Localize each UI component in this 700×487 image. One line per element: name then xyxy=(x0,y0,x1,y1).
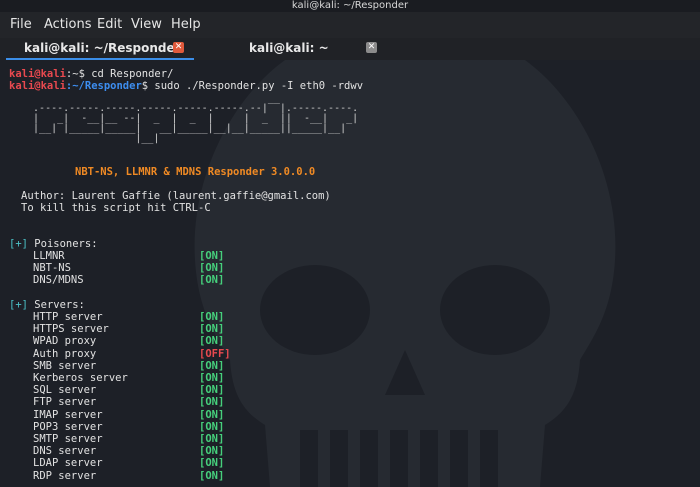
window-titlebar: kali@kali: ~/Responder xyxy=(0,0,700,12)
status-badge: [ON] xyxy=(199,420,225,433)
section-title: Servers: xyxy=(34,299,85,311)
status-badge: [ON] xyxy=(199,396,225,409)
menu-help[interactable]: Help xyxy=(171,17,201,32)
kill-hint: To kill this script hit CTRL-C xyxy=(21,202,211,214)
tab-label: kali@kali: ~ xyxy=(249,41,329,55)
list-item-name: NBT-NS xyxy=(33,262,71,275)
list-item-name: POP3 server xyxy=(33,420,103,433)
section-marker: [+] xyxy=(9,299,28,311)
list-item-name: LDAP server xyxy=(33,457,103,470)
status-badge: [ON] xyxy=(199,408,225,421)
command-text: $ sudo ./Responder.py -I eth0 -rdwv xyxy=(141,80,364,92)
tab-label: kali@kali: ~/Responder xyxy=(24,41,181,55)
terminal-view[interactable]: kali@kali:~$ cd Responder/ kali@kali:~/R… xyxy=(0,60,700,487)
prompt-line-2: kali@kali:~/Responder$ sudo ./Responder.… xyxy=(9,80,363,92)
list-item-name: SMB server xyxy=(33,359,97,372)
status-badge: [ON] xyxy=(199,457,225,470)
menu-bar: File Actions Edit View Help xyxy=(0,12,700,38)
status-badge: [OFF] xyxy=(199,347,231,360)
status-badge: [ON] xyxy=(199,433,225,445)
status-badge: [ON] xyxy=(199,311,225,323)
status-badge: [ON] xyxy=(199,445,225,458)
section-marker: [+] xyxy=(9,238,28,250)
section-title: Poisoners: xyxy=(34,238,98,250)
status-badge: [ON] xyxy=(199,335,225,348)
window-title: kali@kali: ~/Responder xyxy=(291,0,409,11)
list-item-name: SMTP server xyxy=(33,433,103,445)
menu-actions[interactable]: Actions xyxy=(44,17,92,32)
status-badge: [ON] xyxy=(199,359,225,372)
menu-view[interactable]: View xyxy=(131,17,162,32)
close-icon[interactable]: ✕ xyxy=(366,42,377,53)
list-item-name: Kerberos server xyxy=(33,372,128,384)
menu-edit[interactable]: Edit xyxy=(97,17,122,32)
status-badge: [ON] xyxy=(199,384,225,397)
list-item-name: LLMNR xyxy=(33,250,65,262)
list-item-name: DNS/MDNS xyxy=(33,274,84,287)
list-item-name: IMAP server xyxy=(33,408,103,421)
prompt-line-1: kali@kali:~$ cd Responder/ xyxy=(9,68,173,80)
tab-bar: kali@kali: ~/Responder ✕ kali@kali: ~ ✕ xyxy=(0,38,700,60)
command-text: $ cd Responder/ xyxy=(78,68,174,80)
status-badge: [ON] xyxy=(199,372,225,384)
banner-subtitle: NBT-NS, LLMNR & MDNS Responder 3.0.0.0 xyxy=(75,166,316,178)
list-item-name: RDP server xyxy=(33,469,97,482)
prompt-user: kali@kali xyxy=(9,80,66,92)
status-badge: [ON] xyxy=(199,323,225,336)
servers-heading: [+] Servers: xyxy=(9,299,85,311)
prompt-colon: :~ xyxy=(65,68,79,80)
close-icon[interactable]: ✕ xyxy=(173,42,184,53)
list-item-name: FTP server xyxy=(33,396,97,409)
poisoners-heading: [+] Poisoners: xyxy=(9,238,98,250)
author-line: Author: Laurent Gaffie (laurent.gaffie@g… xyxy=(21,190,331,202)
responder-ascii-banner: __ .----.-----.-----.-----.-----.-----.-… xyxy=(33,93,359,144)
menu-file[interactable]: File xyxy=(10,17,32,32)
list-item-name: Auth proxy xyxy=(33,347,97,360)
prompt-path: :~/Responder xyxy=(65,80,142,92)
tab-home[interactable]: kali@kali: ~ ✕ xyxy=(200,38,550,60)
list-item-name: HTTPS server xyxy=(33,323,109,336)
status-badge: [ON] xyxy=(199,469,225,482)
list-item-name: WPAD proxy xyxy=(33,335,97,348)
list-item-name: SQL server xyxy=(33,384,97,397)
status-badge: [ON] xyxy=(199,262,225,275)
prompt-user: kali@kali xyxy=(9,68,66,80)
list-item-name: DNS server xyxy=(33,445,97,458)
status-badge: [ON] xyxy=(199,274,225,287)
status-badge: [ON] xyxy=(199,250,225,262)
list-item-name: HTTP server xyxy=(33,311,103,323)
